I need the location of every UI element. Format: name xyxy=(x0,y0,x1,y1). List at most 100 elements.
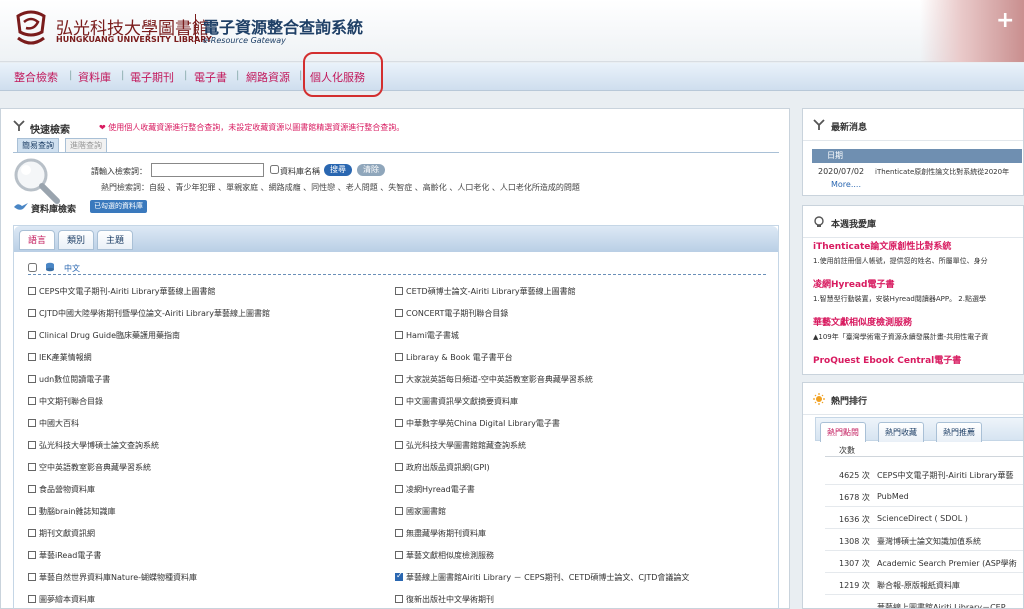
tab-language[interactable]: 語言 xyxy=(19,230,55,250)
university-logo-icon[interactable] xyxy=(14,8,48,50)
database-checkbox[interactable] xyxy=(28,375,36,383)
selected-databases-button[interactable]: 已勾選的資料庫 xyxy=(90,200,147,213)
ranking-name[interactable]: CEPS中文電子期刊-Airiti Library華藝 xyxy=(877,470,1014,481)
database-checkbox[interactable] xyxy=(395,551,403,559)
news-more-link[interactable]: More.... xyxy=(831,180,861,189)
database-item[interactable]: 大家說英語每日頻道-空中英語教室影音典藏學習系統 xyxy=(395,374,593,386)
tab-subject[interactable]: 主題 xyxy=(97,230,133,250)
database-checkbox[interactable] xyxy=(395,375,403,383)
database-item[interactable]: 中文期刊聯合目錄 xyxy=(28,396,103,408)
ranking-name[interactable]: PubMed xyxy=(877,492,909,501)
dbname-checkbox[interactable] xyxy=(270,165,279,174)
ranking-row[interactable]: 1636 次 ScienceDirect ( SDOL ) xyxy=(825,509,1023,529)
database-item[interactable]: 食品營物資料庫 xyxy=(28,484,95,496)
tab-popular-favorites[interactable]: 熱門收藏 xyxy=(878,422,924,442)
ranking-row[interactable]: 4625 次 CEPS中文電子期刊-Airiti Library華藝 xyxy=(825,465,1023,485)
database-checkbox[interactable] xyxy=(395,595,403,603)
promo-title[interactable]: 華藝文獻相似度檢測服務 xyxy=(813,315,912,328)
tab-popular-clicks[interactable]: 熱門點閱 xyxy=(820,422,866,442)
nav-integrated-search[interactable]: 整合檢索 xyxy=(14,69,58,85)
database-item[interactable]: 期刊文獻資訊網 xyxy=(28,528,95,540)
database-item[interactable]: 圖夢繪本資料庫 xyxy=(28,594,95,606)
promo-title[interactable]: iThenticate論文原創性比對系統 xyxy=(813,239,951,252)
database-item[interactable]: 中國大百科 xyxy=(28,418,79,430)
database-item[interactable]: 弘光科技大學圖書館館藏查詢系統 xyxy=(395,440,526,452)
database-item[interactable]: 華藝文獻相似度檢測服務 xyxy=(395,550,494,562)
database-item[interactable]: Hami電子書城 xyxy=(395,330,459,342)
database-item[interactable]: IEK產業情報網 xyxy=(28,352,92,364)
ranking-row[interactable]: 1219 次聯合報-原版報紙資料庫 xyxy=(825,575,1023,595)
ranking-name[interactable]: 臺灣博碩士論文知識加值系統 xyxy=(877,536,981,547)
database-item[interactable]: CETD碩博士論文-Airiti Library華藝線上圖書館 xyxy=(395,286,576,298)
database-checkbox[interactable] xyxy=(28,529,36,537)
database-item[interactable]: CJTD中國大陸學術期刊暨學位論文-Airiti Library華藝線上圖書館 xyxy=(28,308,270,320)
database-checkbox[interactable] xyxy=(395,397,403,405)
database-item[interactable]: udn數位閱讀電子書 xyxy=(28,374,110,386)
database-item[interactable]: 凌網Hyread電子書 xyxy=(395,484,475,496)
database-checkbox[interactable] xyxy=(395,419,403,427)
database-item[interactable]: Clinical Drug Guide臨床藥護用藥指南 xyxy=(28,330,180,342)
database-item[interactable]: Libraray & Book 電子書平台 xyxy=(395,352,513,364)
nav-databases[interactable]: 資料庫 xyxy=(78,69,111,85)
database-checkbox[interactable] xyxy=(28,595,36,603)
database-checkbox[interactable] xyxy=(28,463,36,471)
database-item[interactable]: 華藝線上圖書館Airiti Library － CEPS期刊、CETD碩博士論文… xyxy=(395,571,689,584)
database-item[interactable]: 動腦brain雜誌知識庫 xyxy=(28,506,116,518)
database-item[interactable]: 華藝iRead電子書 xyxy=(28,550,101,562)
database-item[interactable]: 政府出版品資訊網(GPI) xyxy=(395,462,490,474)
language-group-checkbox[interactable] xyxy=(28,263,37,272)
database-checkbox[interactable] xyxy=(395,463,403,471)
database-item[interactable]: 弘光科技大學博碩士論文查詢系統 xyxy=(28,440,159,452)
ranking-row[interactable]: 1678 次 PubMed xyxy=(825,487,1023,507)
database-checkbox[interactable] xyxy=(28,419,36,427)
database-checkbox[interactable] xyxy=(28,551,36,559)
database-item[interactable]: 空中英語教室影音典藏學習系統 xyxy=(28,462,151,474)
nav-ebooks[interactable]: 電子書 xyxy=(194,69,227,85)
database-checkbox[interactable] xyxy=(395,507,403,515)
database-checkbox[interactable] xyxy=(28,397,36,405)
ranking-name[interactable]: Academic Search Premier (ASP學術 xyxy=(877,558,1017,569)
database-checkbox[interactable] xyxy=(395,353,403,361)
ranking-row[interactable]: 華藝線上圖書館Airiti Library－CEP xyxy=(825,597,1023,608)
database-item[interactable]: 無盡藏學術期刊資料庫 xyxy=(395,528,486,540)
database-checkbox[interactable] xyxy=(28,441,36,449)
news-headline[interactable]: iThenticate原創性論文比對系統從2020年 xyxy=(875,167,1009,177)
database-checkbox[interactable] xyxy=(28,331,36,339)
database-checkbox[interactable] xyxy=(28,573,36,581)
database-item[interactable]: CONCERT電子期刊聯合目錄 xyxy=(395,308,508,320)
nav-ejournals[interactable]: 電子期刊 xyxy=(130,69,174,85)
database-checkbox[interactable] xyxy=(395,309,403,317)
database-checkbox[interactable] xyxy=(395,287,403,295)
database-item[interactable]: 華藝自然世界資料庫Nature-蝴蝶物種資料庫 xyxy=(28,572,197,584)
tab-popular-recommended[interactable]: 熱門推薦 xyxy=(936,422,982,442)
database-checkbox[interactable] xyxy=(395,441,403,449)
ranking-name[interactable]: ScienceDirect ( SDOL ) xyxy=(877,514,968,523)
database-checkbox[interactable] xyxy=(395,529,403,537)
database-checkbox[interactable] xyxy=(395,331,403,339)
ranking-row[interactable]: 1308 次臺灣博碩士論文知識加值系統 xyxy=(825,531,1023,551)
database-checkbox[interactable] xyxy=(395,485,403,493)
tab-category[interactable]: 類別 xyxy=(58,230,94,250)
database-checkbox[interactable] xyxy=(28,309,36,317)
search-button[interactable]: 搜尋 xyxy=(324,164,352,176)
database-checkbox[interactable] xyxy=(28,353,36,361)
promo-title[interactable]: 凌網Hyread電子書 xyxy=(813,277,894,290)
ranking-row[interactable]: 1307 次 Academic Search Premier (ASP學術 xyxy=(825,553,1023,573)
database-item[interactable]: CEPS中文電子期刊-Airiti Library華藝線上圖書館 xyxy=(28,286,216,298)
keyword-input[interactable] xyxy=(151,163,264,177)
database-checkbox[interactable] xyxy=(28,287,36,295)
promo-title[interactable]: ProQuest Ebook Central電子書 xyxy=(813,353,961,366)
database-checkbox[interactable] xyxy=(395,571,403,581)
database-item[interactable]: 復新出版社中文學術期刊 xyxy=(395,594,494,606)
hot-keywords[interactable]: 熱門檢索詞：自殺 、青少年犯罪 、單親家庭 、網路成癮 、同性戀 、老人問題 、… xyxy=(101,182,580,193)
database-item[interactable]: 中華數字學苑China Digital Library電子書 xyxy=(395,418,560,430)
tab-advanced-search[interactable]: 進階查詢 xyxy=(65,138,107,152)
database-checkbox[interactable] xyxy=(28,507,36,515)
nav-web-resources[interactable]: 網路資源 xyxy=(246,69,290,85)
ranking-name[interactable]: 聯合報-原版報紙資料庫 xyxy=(877,580,960,591)
clear-button[interactable]: 清除 xyxy=(357,164,385,176)
ranking-name[interactable]: 華藝線上圖書館Airiti Library－CEP xyxy=(877,602,1006,608)
database-checkbox[interactable] xyxy=(28,485,36,493)
database-item[interactable]: 國家圖書館 xyxy=(395,506,446,518)
tab-simple-search[interactable]: 簡易查詢 xyxy=(17,138,59,152)
